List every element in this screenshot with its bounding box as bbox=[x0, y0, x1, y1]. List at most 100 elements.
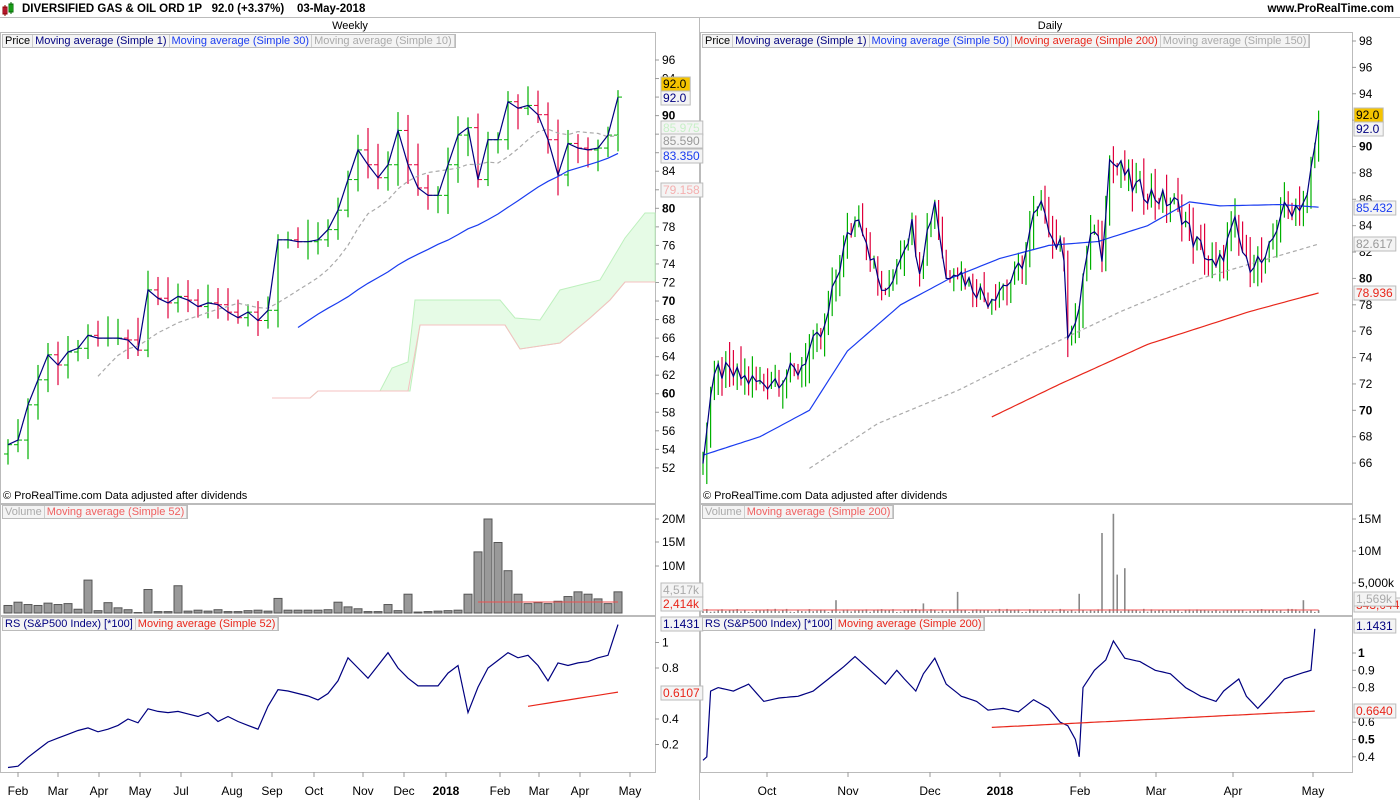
daily-volume-bar bbox=[1207, 610, 1210, 613]
daily-volume-bar bbox=[888, 610, 890, 613]
legend-ma10[interactable]: Moving average (Simple 10) bbox=[312, 35, 455, 47]
legend-rs-ma[interactable]: Moving average (Simple 52) bbox=[136, 618, 279, 630]
daily-rs-tick-label: 1 bbox=[1358, 646, 1365, 660]
weekly-rs-ma-label: 0.6107 bbox=[663, 686, 700, 700]
daily-volume-bar bbox=[1086, 611, 1088, 613]
daily-volume-bar bbox=[763, 610, 765, 613]
daily-volume-bar bbox=[1135, 610, 1137, 613]
weekly-ma10-label: 85.590 bbox=[663, 134, 700, 148]
daily-volume-bar bbox=[1230, 610, 1232, 613]
weekly-volume-bar bbox=[143, 589, 153, 614]
charts-canvas[interactable]: 5254565860626466687072747678808284868890… bbox=[0, 0, 1400, 800]
legend-price[interactable]: Price bbox=[703, 35, 734, 47]
legend-rs[interactable]: RS (S&P500 Index) [*100] bbox=[3, 618, 136, 630]
daily-volume-bar bbox=[1302, 600, 1305, 613]
weekly-price-axis-tick-label: 76 bbox=[662, 238, 676, 252]
weekly-volume-bar bbox=[203, 610, 213, 614]
weekly-rs-tick-label: 0.8 bbox=[662, 661, 679, 675]
daily-volume-bar bbox=[941, 610, 944, 613]
weekly-volume-bar bbox=[503, 570, 513, 614]
legend-rs[interactable]: RS (S&P500 Index) [*100] bbox=[703, 618, 836, 630]
weekly-volume-bar bbox=[563, 596, 573, 614]
daily-volume-bar bbox=[755, 610, 757, 613]
daily-volume-bar bbox=[751, 611, 754, 613]
weekly-volume-bar bbox=[73, 608, 83, 614]
daily-volume-bar bbox=[1253, 610, 1255, 613]
daily-volume-bar bbox=[983, 610, 985, 613]
legend-volume[interactable]: Volume bbox=[703, 506, 745, 518]
legend-rs-ma[interactable]: Moving average (Simple 200) bbox=[836, 618, 985, 630]
legend-ma150[interactable]: Moving average (Simple 150) bbox=[1161, 35, 1310, 47]
daily-ma50-label: 85.432 bbox=[1356, 201, 1393, 215]
daily-volume-bar bbox=[884, 610, 887, 613]
daily-price-axis-tick-label: 72 bbox=[1359, 377, 1373, 391]
legend-ma1[interactable]: Moving average (Simple 1) bbox=[733, 35, 870, 47]
daily-volume-bar bbox=[918, 610, 921, 613]
daily-volume-bar bbox=[1211, 610, 1213, 613]
daily-volume-bar bbox=[702, 611, 704, 613]
weekly-volume-bar bbox=[463, 593, 473, 614]
legend-ma50[interactable]: Moving average (Simple 50) bbox=[870, 35, 1013, 47]
weekly-rs-legend: RS (S&P500 Index) [*100] Moving average … bbox=[2, 617, 280, 631]
weekly-price-axis-tick-label: 70 bbox=[662, 294, 676, 308]
weekly-volume-bar bbox=[283, 609, 293, 614]
weekly-x-tick-label: Sep bbox=[261, 784, 283, 798]
legend-ma200[interactable]: Moving average (Simple 200) bbox=[1012, 35, 1161, 47]
daily-x-tick-label: Mar bbox=[1146, 784, 1167, 798]
legend-volume-ma[interactable]: Moving average (Simple 52) bbox=[45, 506, 188, 518]
weekly-volume-bar bbox=[153, 611, 163, 614]
legend-ma1[interactable]: Moving average (Simple 1) bbox=[33, 35, 170, 47]
daily-x-tick-label: May bbox=[1302, 784, 1325, 798]
weekly-x-tick-label: May bbox=[129, 784, 152, 798]
weekly-volume-bar bbox=[433, 610, 443, 614]
legend-ma30[interactable]: Moving average (Simple 30) bbox=[170, 35, 313, 47]
weekly-volume-bar bbox=[443, 610, 453, 614]
daily-volume-bar bbox=[1306, 610, 1308, 613]
daily-volume-bar bbox=[778, 611, 780, 613]
legend-volume-ma[interactable]: Moving average (Simple 200) bbox=[745, 506, 894, 518]
daily-rs-tick-label: 0.9 bbox=[1358, 663, 1375, 677]
weekly-volume-bar bbox=[373, 611, 383, 614]
daily-volume-bar bbox=[1298, 610, 1301, 613]
daily-volume-bar bbox=[1249, 610, 1251, 613]
daily-volume-bar bbox=[793, 612, 795, 613]
daily-volume-bar bbox=[717, 610, 719, 613]
legend-price[interactable]: Price bbox=[3, 35, 34, 47]
weekly-volume-bar bbox=[473, 551, 483, 614]
daily-volume-legend: Volume Moving average (Simple 200) bbox=[702, 505, 895, 519]
daily-volume-bar bbox=[1139, 611, 1141, 613]
daily-volume-bar bbox=[1264, 610, 1267, 613]
weekly-volume-bar bbox=[43, 602, 53, 614]
daily-volume-bar bbox=[899, 611, 902, 613]
daily-x-tick-label: Oct bbox=[758, 784, 777, 798]
daily-volume-bar bbox=[991, 611, 993, 613]
daily-volume-bar bbox=[1120, 611, 1122, 613]
daily-volume-bar bbox=[1146, 611, 1149, 613]
daily-x-tick-label: 2018 bbox=[987, 784, 1014, 798]
daily-ma200-label: 78.936 bbox=[1356, 286, 1393, 300]
weekly-x-tick-label: May bbox=[619, 784, 642, 798]
daily-volume-bar bbox=[1184, 610, 1187, 613]
daily-volume-bar bbox=[949, 610, 951, 613]
daily-price-axis-tick-label: 84 bbox=[1359, 219, 1373, 233]
weekly-volume-bar bbox=[453, 609, 463, 614]
legend-volume[interactable]: Volume bbox=[3, 506, 45, 518]
daily-volume-bar bbox=[835, 600, 837, 613]
daily-volume-bar bbox=[1314, 611, 1316, 613]
weekly-volume-bar bbox=[383, 604, 393, 614]
daily-volume-bar bbox=[816, 610, 818, 613]
daily-price-axis-tick-label: 94 bbox=[1359, 87, 1373, 101]
daily-price-legend: Price Moving average (Simple 1) Moving a… bbox=[702, 34, 1311, 48]
weekly-rs-ma-line bbox=[527, 691, 619, 707]
daily-volume-bar bbox=[1177, 610, 1179, 613]
daily-volume-bar bbox=[896, 611, 898, 613]
weekly-x-tick-label: Apr bbox=[571, 784, 590, 798]
daily-volume-bar bbox=[1074, 611, 1077, 613]
weekly-volume-bar bbox=[483, 518, 493, 614]
daily-rs-ma-line bbox=[991, 710, 1315, 728]
daily-rs-tick-label: 0.5 bbox=[1358, 733, 1375, 747]
weekly-volume-bar bbox=[343, 606, 353, 614]
daily-volume-bar bbox=[1173, 610, 1175, 613]
weekly-volume-bar bbox=[353, 608, 363, 614]
weekly-volume-bar bbox=[603, 603, 613, 614]
